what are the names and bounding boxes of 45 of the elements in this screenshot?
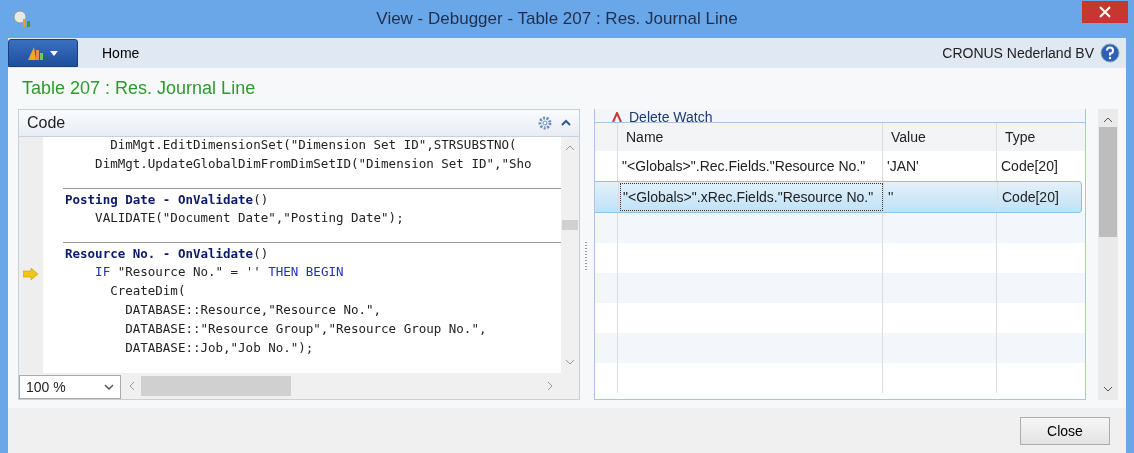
code-line: DATABASE::Job,"Job No."); bbox=[124, 340, 315, 357]
vertical-scrollbar[interactable] bbox=[1098, 109, 1118, 400]
code-line: Resource No. - OnValidate() bbox=[63, 242, 561, 264]
zoom-dropdown[interactable]: 100 % bbox=[19, 375, 121, 399]
app-icon bbox=[12, 9, 32, 29]
close-button[interactable]: Close bbox=[1020, 416, 1110, 445]
page-title: Table 207 : Res. Journal Line bbox=[21, 77, 257, 100]
scrollbar-thumb[interactable] bbox=[1099, 127, 1117, 237]
watch-row[interactable]: "<Globals>".xRec.Fields."Resource No." '' Code[20] bbox=[595, 181, 1082, 213]
code-line: IF "Resource No." = '' THEN BEGIN bbox=[94, 264, 345, 281]
settings-icon[interactable] bbox=[537, 115, 553, 131]
code-line: DATABASE::"Resource Group","Resource Group No.", bbox=[124, 321, 488, 338]
ribbon-tab[interactable]: Home bbox=[92, 41, 150, 65]
code-line: CreateDim( bbox=[109, 283, 187, 300]
code-line: DimMgt.EditDimensionSet("Dimension Set ID",STRSUBSTNO( bbox=[109, 137, 518, 154]
collapse-icon[interactable] bbox=[561, 119, 571, 127]
scroll-down-icon[interactable] bbox=[1103, 386, 1113, 392]
table-cell-text: Code[20] bbox=[1000, 157, 1059, 176]
code-line: VALIDATE("Document Date","Posting Date"); bbox=[94, 210, 405, 227]
vertical-scrollbar[interactable] bbox=[561, 137, 579, 373]
delete-watch-button[interactable]: Delete Watch bbox=[595, 109, 1085, 123]
app-menu-button[interactable] bbox=[8, 39, 78, 67]
code-line: DATABASE::Resource,"Resource No.", bbox=[124, 302, 383, 319]
close-icon[interactable] bbox=[1082, 1, 1128, 23]
delete-icon bbox=[611, 112, 623, 122]
scroll-right-icon[interactable] bbox=[547, 381, 553, 391]
table-cell: '' bbox=[884, 182, 998, 212]
scrollbar-thumb[interactable] bbox=[562, 220, 578, 230]
scroll-left-icon[interactable] bbox=[129, 381, 135, 391]
window-title: View - Debugger - Table 207 : Res. Journal Line bbox=[375, 9, 739, 29]
current-line-arrow-icon bbox=[23, 267, 39, 280]
chart-logo-icon bbox=[26, 45, 60, 61]
column-header[interactable]: Name bbox=[618, 123, 883, 151]
code-line: DimMgt.UpdateGlobalDimFromDimSetID("Dimension Set ID","Sho bbox=[94, 156, 533, 173]
table-cell: "<Globals>".xRec.Fields."Resource No." bbox=[619, 182, 884, 212]
help-icon[interactable] bbox=[1100, 43, 1120, 63]
code-line: Posting Date - OnValidate() bbox=[63, 188, 561, 210]
dropdown-caret-icon bbox=[104, 384, 114, 390]
scrollbar-thumb[interactable] bbox=[141, 376, 291, 396]
company-name: CRONUS Nederland BV bbox=[942, 45, 1094, 61]
table-cell-text: Code[20] bbox=[1001, 188, 1060, 207]
column-header[interactable]: Value bbox=[883, 123, 997, 151]
scroll-up-icon[interactable] bbox=[1103, 117, 1113, 123]
column-header[interactable]: Type bbox=[997, 123, 1085, 151]
pane-title: Code bbox=[27, 114, 67, 132]
